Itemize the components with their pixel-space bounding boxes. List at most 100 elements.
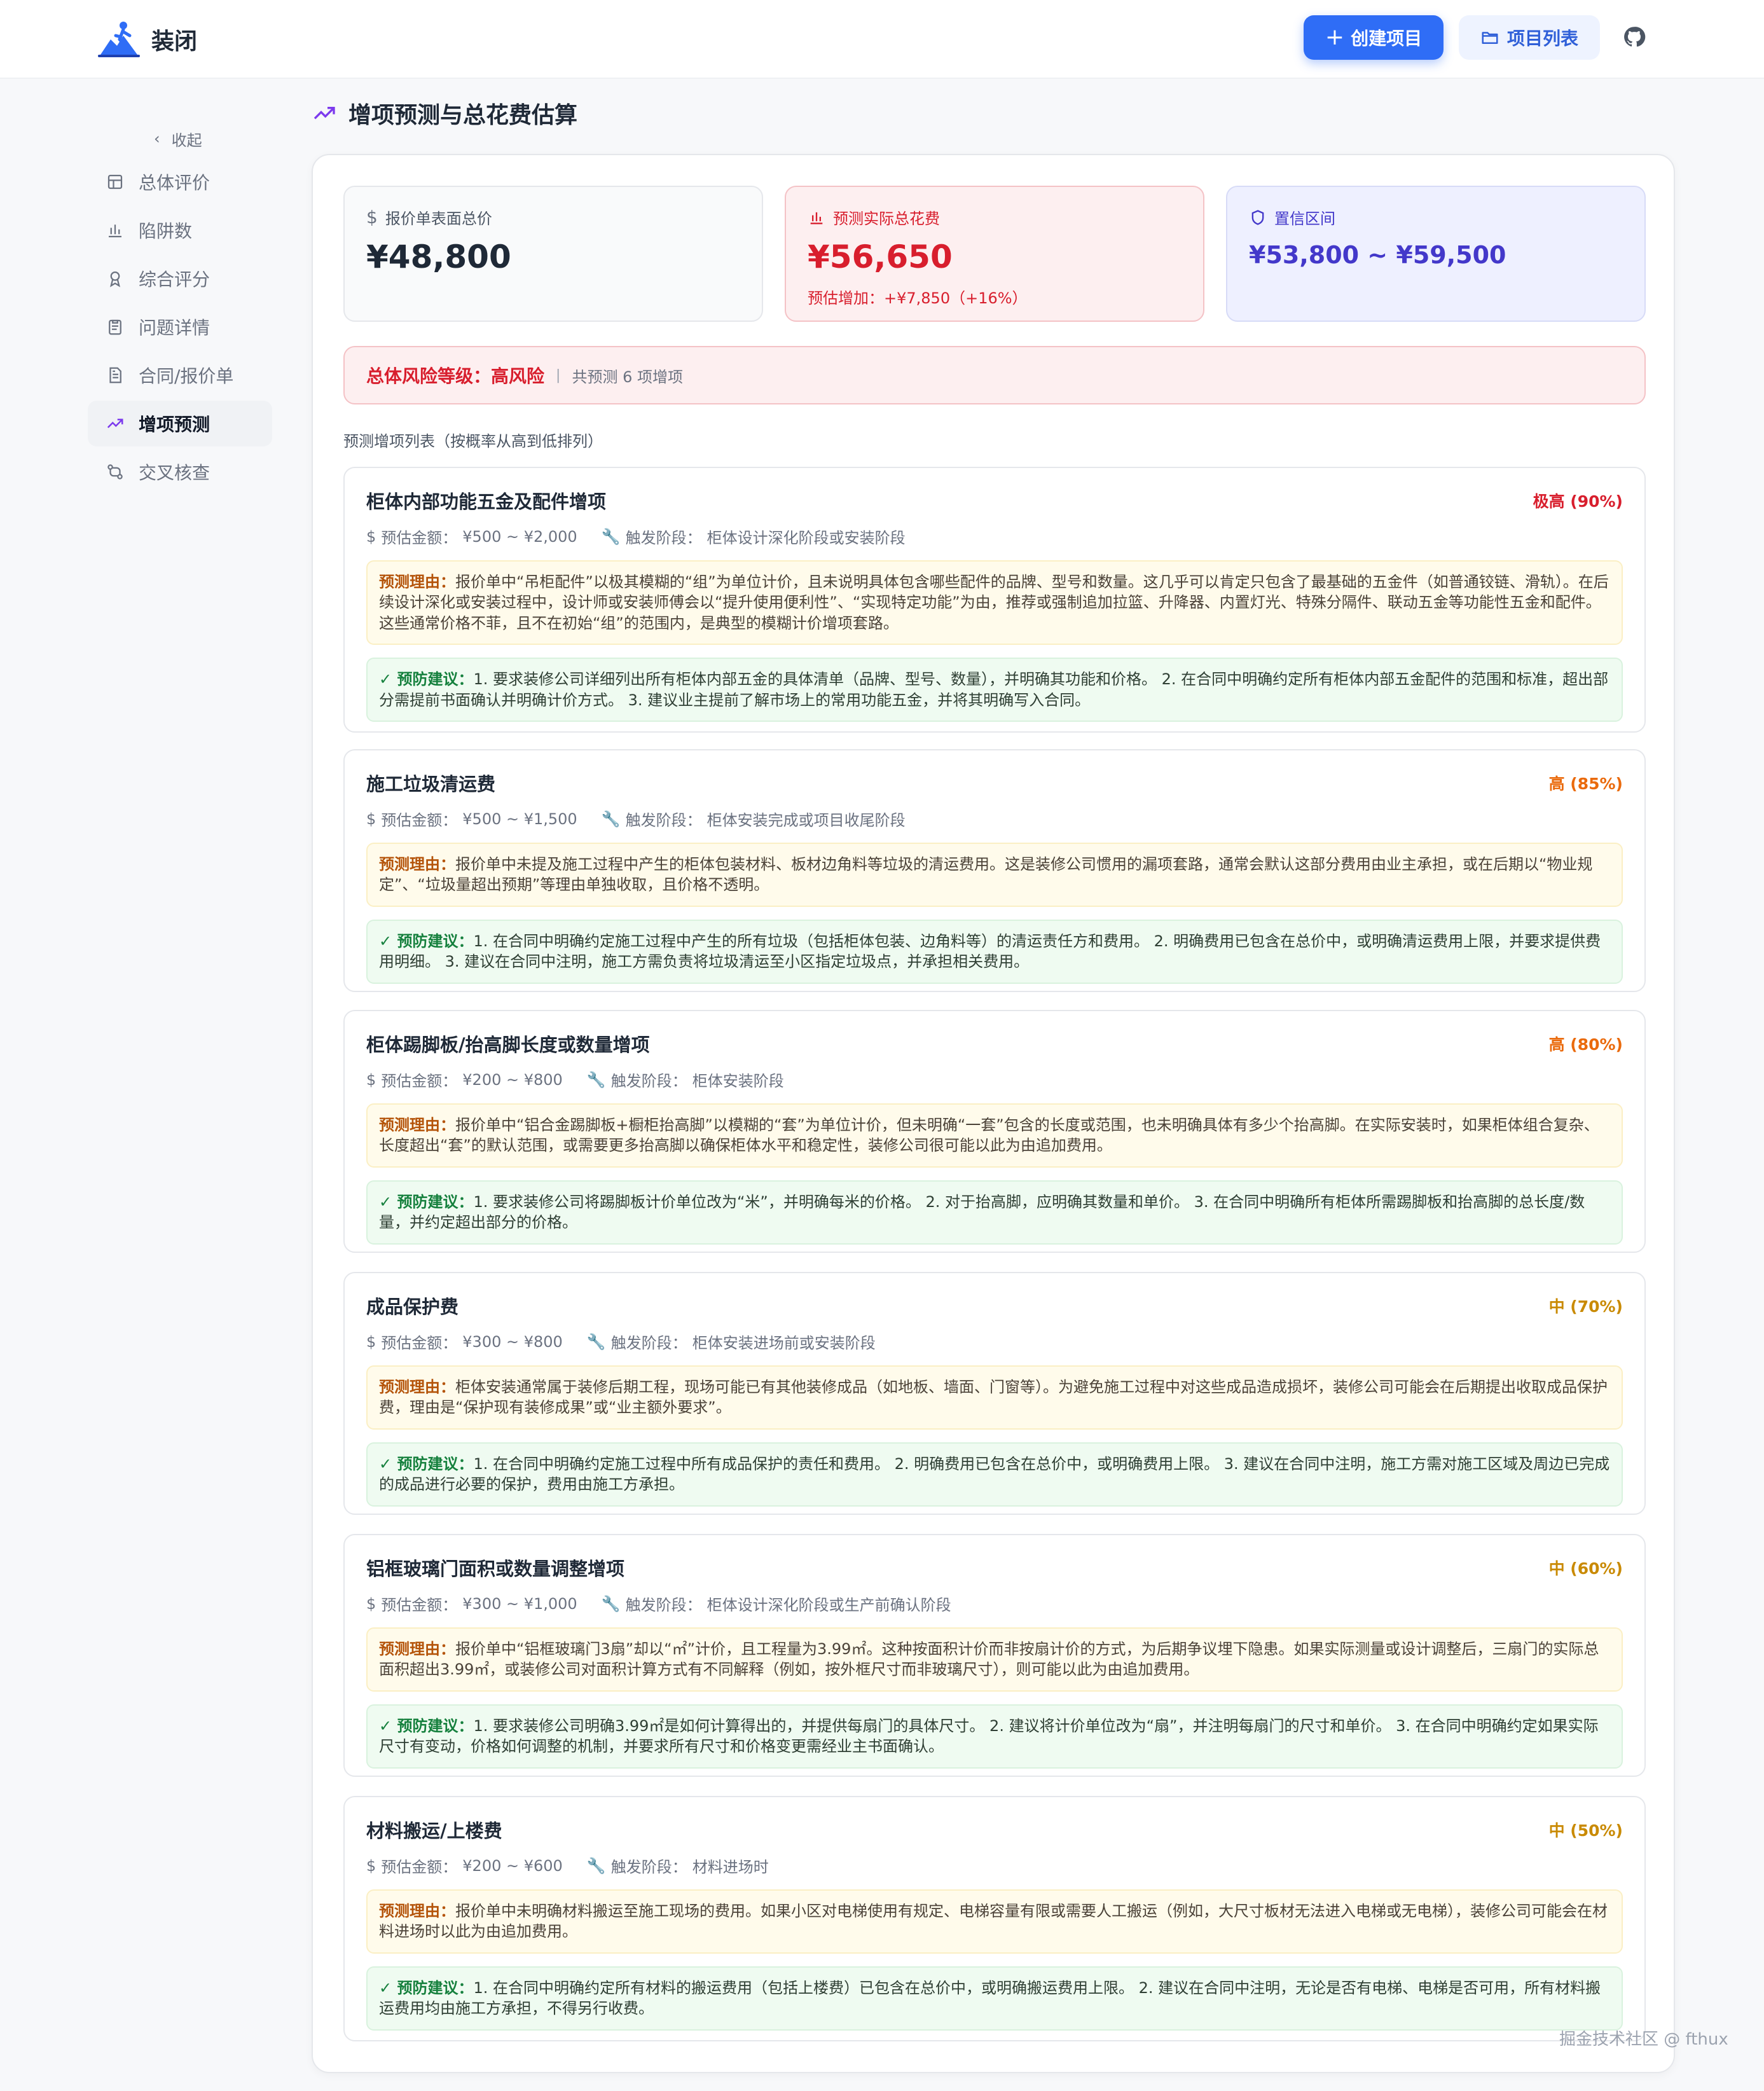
advice-label: ✓ 预防建议： xyxy=(379,1978,474,1997)
reason-box: 预测理由：报价单中“铝框玻璃门3扇”却以“㎡”计价，且工程量为3.99㎡。这种按… xyxy=(366,1627,1623,1692)
predicted-total-card: 预测实际总花费 ¥56,650 预估增加：+¥7,850（+16%） xyxy=(785,186,1204,322)
amount-value: ¥200 ~ ¥600 xyxy=(462,1856,563,1875)
sidebar-item-label: 交叉核查 xyxy=(139,462,210,483)
item-name: 铝框玻璃门面积或数量调整增项 xyxy=(366,1558,625,1580)
dollar-icon: $ xyxy=(366,527,376,546)
reason-label: 预测理由： xyxy=(379,1640,455,1658)
sidebar-item-issues[interactable]: 问题详情 xyxy=(88,304,272,350)
dollar-icon: $ xyxy=(366,1856,376,1875)
stage-value: 柜体安装完成或项目收尾阶段 xyxy=(706,811,906,829)
advice-label: ✓ 预防建议： xyxy=(379,670,474,689)
stage-value: 柜体设计深化阶段或生产前确认阶段 xyxy=(706,1596,951,1614)
risk-level-label: 总体风险等级： xyxy=(366,366,492,387)
stage-value: 柜体设计深化阶段或安装阶段 xyxy=(706,529,906,547)
layout-icon xyxy=(107,174,123,190)
reason-text: 报价单中“铝框玻璃门3扇”却以“㎡”计价，且工程量为3.99㎡。这种按面积计价而… xyxy=(379,1640,1599,1679)
shield-icon xyxy=(1251,209,1264,225)
trending-up-icon xyxy=(107,418,123,429)
stage-value: 材料进场时 xyxy=(692,1858,769,1876)
amount-label: 预估金额： xyxy=(381,1072,458,1090)
stage-label: 触发阶段： xyxy=(610,1334,687,1352)
amount-value: ¥300 ~ ¥1,000 xyxy=(462,1594,577,1613)
brand[interactable]: 装闭 xyxy=(98,19,197,60)
sidebar-item-forecast[interactable]: 增项预测 xyxy=(88,401,272,446)
dollar-icon: $ xyxy=(366,207,378,228)
dollar-icon: $ xyxy=(366,1594,376,1613)
sidebar-item-traps[interactable]: 陷阱数 xyxy=(88,207,272,253)
forecast-count: 共预测 6 项增项 xyxy=(572,368,683,386)
file-text-icon xyxy=(109,367,121,383)
stage-label: 触发阶段： xyxy=(625,529,702,547)
dollar-icon: $ xyxy=(366,1070,376,1089)
advice-text: 1. 在合同中明确约定所有材料的搬运费用（包括上楼费）已包含在总价中，或明确搬运… xyxy=(379,1978,1601,2018)
confidence-interval-card: 置信区间 ¥53,800 ~ ¥59,500 xyxy=(1226,186,1646,322)
top-header: 装闭 + 创建项目 项目列表 xyxy=(0,0,1764,79)
advice-label: ✓ 预防建议： xyxy=(379,1454,474,1473)
sidebar-item-label: 增项预测 xyxy=(139,414,210,435)
sidebar-item-overview[interactable]: 总体评价 xyxy=(88,159,272,205)
probability-badge: 中 (70%) xyxy=(1548,1297,1623,1316)
predicted-total-value: ¥56,650 xyxy=(808,238,953,275)
create-project-label: 创建项目 xyxy=(1351,28,1423,49)
item-name: 成品保护费 xyxy=(366,1296,459,1318)
reason-text: 报价单中“吊柜配件”以极其模糊的“组”为单位计价，且未说明具体包含哪些配件的品牌… xyxy=(379,573,1609,632)
create-project-button[interactable]: + 创建项目 xyxy=(1304,15,1444,60)
sidebar-item-label: 综合评分 xyxy=(139,269,210,290)
amount-label: 预估金额： xyxy=(381,529,458,547)
sidebar-item-label: 总体评价 xyxy=(139,172,210,193)
reason-label: 预测理由： xyxy=(379,1116,455,1134)
sidebar-item-label: 陷阱数 xyxy=(139,221,193,242)
item-name: 柜体内部功能五金及配件增项 xyxy=(366,491,607,513)
page-title-text: 增项预测与总花费估算 xyxy=(348,102,578,128)
reason-label: 预测理由： xyxy=(379,573,455,591)
github-icon[interactable] xyxy=(1623,25,1646,48)
advice-text: 1. 在合同中明确约定施工过程中产生的所有垃圾（包括柜体包装、边角料等）的清运责… xyxy=(379,932,1601,971)
advice-text: 1. 要求装修公司将踢脚板计价单位改为“米”，并明确每米的价格。 2. 对于抬高… xyxy=(379,1192,1585,1232)
folder-icon xyxy=(1482,32,1498,44)
forecast-item-card: 铝框玻璃门面积或数量调整增项 中 (60%) $ 预估金额： ¥300 ~ ¥1… xyxy=(343,1534,1646,1777)
reason-label: 预测理由： xyxy=(379,1378,455,1396)
page-title: 增项预测与总花费估算 xyxy=(312,97,577,130)
advice-text: 1. 要求装修公司明确3.99㎡是如何计算得出的，并提供每扇门的具体尺寸。 2.… xyxy=(379,1716,1599,1756)
project-list-button[interactable]: 项目列表 xyxy=(1459,15,1600,60)
plus-icon: + xyxy=(1325,24,1345,50)
forecast-item-card: 柜体踢脚板/抬高脚长度或数量增项 高 (80%) $ 预估金额： ¥200 ~ … xyxy=(343,1010,1646,1253)
advice-box: ✓ 预防建议：1. 要求装修公司详细列出所有柜体内部五金的具体清单（品牌、型号、… xyxy=(366,658,1623,722)
confidence-interval-value: ¥53,800 ~ ¥59,500 xyxy=(1249,241,1506,269)
probability-badge: 高 (80%) xyxy=(1548,1035,1623,1054)
probability-badge: 中 (60%) xyxy=(1548,1559,1623,1578)
sidebar-item-crosscheck[interactable]: 交叉核查 xyxy=(88,449,272,495)
advice-box: ✓ 预防建议：1. 要求装修公司将踢脚板计价单位改为“米”，并明确每米的价格。 … xyxy=(366,1180,1623,1245)
reason-box: 预测理由：报价单中未明确材料搬运至施工现场的费用。如果小区对电梯使用有规定、电梯… xyxy=(366,1889,1623,1954)
sidebar-item-contract[interactable]: 合同/报价单 xyxy=(88,352,272,398)
wrench-icon: 🔧 xyxy=(601,527,621,546)
award-icon xyxy=(109,271,121,287)
amount-value: ¥500 ~ ¥1,500 xyxy=(462,810,577,828)
stage-value: 柜体安装阶段 xyxy=(692,1072,784,1090)
probability-badge: 极高 (90%) xyxy=(1533,492,1623,511)
risk-level-value: 高风险 xyxy=(491,366,545,387)
amount-value: ¥500 ~ ¥2,000 xyxy=(462,527,577,546)
advice-label: ✓ 预防建议： xyxy=(379,1192,474,1211)
reason-box: 预测理由：报价单中“吊柜配件”以极其模糊的“组”为单位计价，且未说明具体包含哪些… xyxy=(366,560,1623,645)
forecast-item-card: 柜体内部功能五金及配件增项 极高 (90%) $ 预估金额： ¥500 ~ ¥2… xyxy=(343,467,1646,733)
forecast-item-card: 成品保护费 中 (70%) $ 预估金额： ¥300 ~ ¥800 🔧 触发阶段… xyxy=(343,1272,1646,1515)
divider: | xyxy=(556,367,561,383)
advice-box: ✓ 预防建议：1. 在合同中明确约定所有材料的搬运费用（包括上楼费）已包含在总价… xyxy=(366,1966,1623,2031)
git-compare-icon xyxy=(107,464,123,480)
stage-value: 柜体安装进场前或安装阶段 xyxy=(692,1334,876,1352)
advice-text: 1. 要求装修公司详细列出所有柜体内部五金的具体清单（品牌、型号、数量），并明确… xyxy=(379,670,1609,709)
dollar-icon: $ xyxy=(366,810,376,828)
collapse-sidebar-button[interactable]: ‹ 收起 xyxy=(154,121,272,156)
confidence-interval-label: 置信区间 xyxy=(1274,210,1335,228)
predicted-total-label: 预测实际总花费 xyxy=(833,210,940,228)
forecast-item-card: 材料搬运/上楼费 中 (50%) $ 预估金额： ¥200 ~ ¥600 🔧 触… xyxy=(343,1796,1646,2041)
reason-text: 柜体安装通常属于装修后期工程，现场可能已有其他装修成品（如地板、墙面、门窗等）。… xyxy=(379,1378,1608,1417)
sidebar-item-score[interactable]: 综合评分 xyxy=(88,256,272,301)
forecast-panel: $ 报价单表面总价 ¥48,800 预测实际总花费 ¥56,650 预估增加：+… xyxy=(312,154,1675,2073)
reason-box: 预测理由：报价单中“铝合金踢脚板+橱柜抬高脚”以模糊的“套”为单位计价，但未明确… xyxy=(366,1103,1623,1168)
sidebar-item-label: 问题详情 xyxy=(139,317,210,338)
item-name: 材料搬运/上楼费 xyxy=(366,1820,502,1842)
reason-box: 预测理由：柜体安装通常属于装修后期工程，现场可能已有其他装修成品（如地板、墙面、… xyxy=(366,1365,1623,1430)
collapse-label: 收起 xyxy=(171,131,202,149)
